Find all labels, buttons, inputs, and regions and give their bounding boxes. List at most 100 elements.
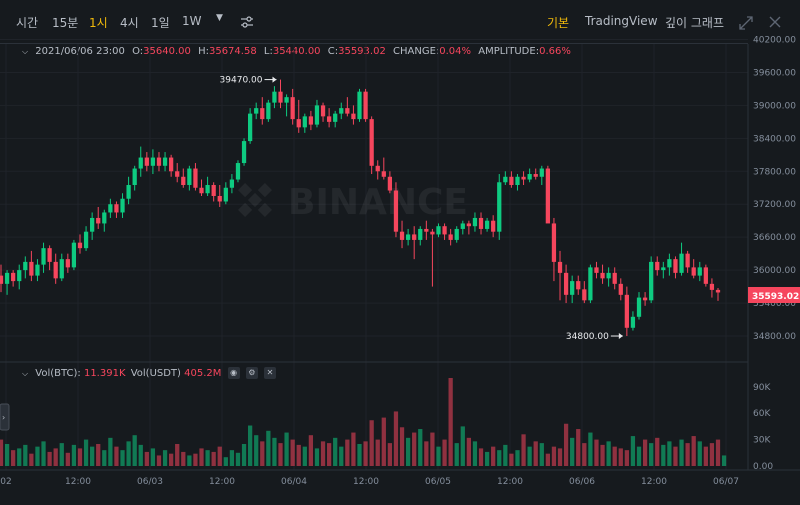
candle-body [642, 297, 648, 301]
volume-bar [418, 429, 423, 466]
candle-body [661, 267, 666, 271]
volume-bar [655, 437, 660, 466]
candle [418, 226, 423, 246]
annotation-label: 39470.00 [220, 76, 263, 86]
candle-body [667, 259, 672, 268]
candle [59, 253, 64, 282]
price-tick-label: 36000.00 [753, 266, 796, 276]
candle-body [630, 316, 636, 328]
candle-body [405, 234, 411, 240]
volume-bar [65, 452, 70, 466]
volume-bar [284, 432, 289, 466]
candle [272, 86, 277, 109]
candle [302, 113, 307, 133]
time-tick-label: 12:00 [209, 477, 235, 487]
volume-bar [351, 432, 356, 466]
price-tick-label: 34800.00 [753, 332, 796, 342]
volume-bar [369, 420, 374, 466]
candle-body [393, 190, 399, 232]
volume-bar [442, 439, 447, 466]
candle [497, 174, 502, 240]
volume-bar [0, 439, 4, 466]
svg-text:›: › [2, 413, 5, 422]
candle-body [241, 141, 247, 164]
volume-bar [254, 435, 259, 466]
candle-body [211, 185, 216, 196]
volume-bar [278, 443, 283, 466]
price-tick-label: 39000.00 [753, 101, 796, 111]
volume-bar [387, 443, 393, 466]
candle [144, 152, 149, 172]
candle-body [4, 272, 10, 284]
time-tick-label: 12:00 [641, 477, 667, 487]
candle [132, 165, 137, 191]
candle-body [175, 171, 180, 177]
time-tick-label: 06/06 [569, 477, 595, 487]
candle-body [430, 231, 435, 235]
time-tick-label: 06/07 [713, 477, 739, 487]
volume-bar [302, 446, 307, 466]
settings-icon[interactable]: ⚙ [245, 367, 258, 379]
watermark: BINANCE [238, 182, 468, 223]
volume-bar [290, 439, 295, 466]
candle-body [83, 231, 89, 249]
price-chart[interactable]: BINANCE 39470.00 34800.00 40200.00 39600.0… [0, 0, 800, 505]
candle [205, 176, 210, 196]
candle-body [29, 261, 34, 276]
candle-body [333, 113, 338, 122]
candle [223, 182, 228, 205]
volume-bar [35, 446, 40, 466]
candle [11, 270, 16, 287]
candle [120, 193, 125, 218]
volume-bar [618, 448, 623, 466]
volume-bar [363, 441, 368, 466]
candle [296, 99, 301, 133]
volume-bar [260, 441, 265, 466]
volume-bar [685, 443, 690, 466]
volume-bar [703, 446, 708, 466]
volume-bar [53, 448, 58, 466]
candle-body [144, 157, 149, 166]
candle-body [229, 179, 235, 188]
time-tick-label: 02 [0, 477, 11, 487]
volume-bar [557, 448, 563, 466]
volume-bar [205, 450, 210, 466]
candle-body [460, 223, 465, 229]
candle-body [11, 272, 16, 282]
candle [351, 105, 356, 125]
remove-indicator-icon[interactable]: ✕ [263, 367, 276, 379]
candle-body [108, 204, 113, 213]
candle-body [399, 231, 405, 240]
candle [691, 259, 696, 279]
scroll-handle[interactable]: › [0, 403, 10, 431]
last-price-tag: 35593.02 [748, 287, 800, 303]
candle-body [314, 105, 320, 125]
candle [636, 292, 642, 320]
candle [308, 110, 314, 131]
volume-bar [588, 432, 593, 466]
candle-body [600, 272, 605, 279]
candle-body [193, 168, 198, 188]
volume-bar [96, 444, 101, 466]
candle [217, 185, 222, 207]
collapse-volume-icon[interactable]: ⌵ [22, 369, 28, 378]
volume-bar [333, 437, 338, 466]
volume-bar [612, 446, 617, 466]
time-tick-label: 12:00 [497, 477, 523, 487]
time-tick-label: 12:00 [65, 477, 91, 487]
eye-icon[interactable]: ◉ [227, 367, 240, 379]
candle-body [17, 270, 22, 282]
volume-bar [551, 446, 557, 466]
volume-bar [357, 444, 362, 466]
chart-grid [0, 38, 748, 470]
candle-body [418, 228, 423, 240]
candle [472, 212, 478, 232]
volume-bar [102, 450, 107, 466]
candle-body [35, 264, 40, 276]
candle [667, 253, 672, 276]
candle [491, 215, 496, 238]
volume-bar [521, 434, 526, 466]
volume-bar [175, 444, 180, 466]
candle [539, 165, 544, 186]
volume-bar [636, 446, 642, 466]
